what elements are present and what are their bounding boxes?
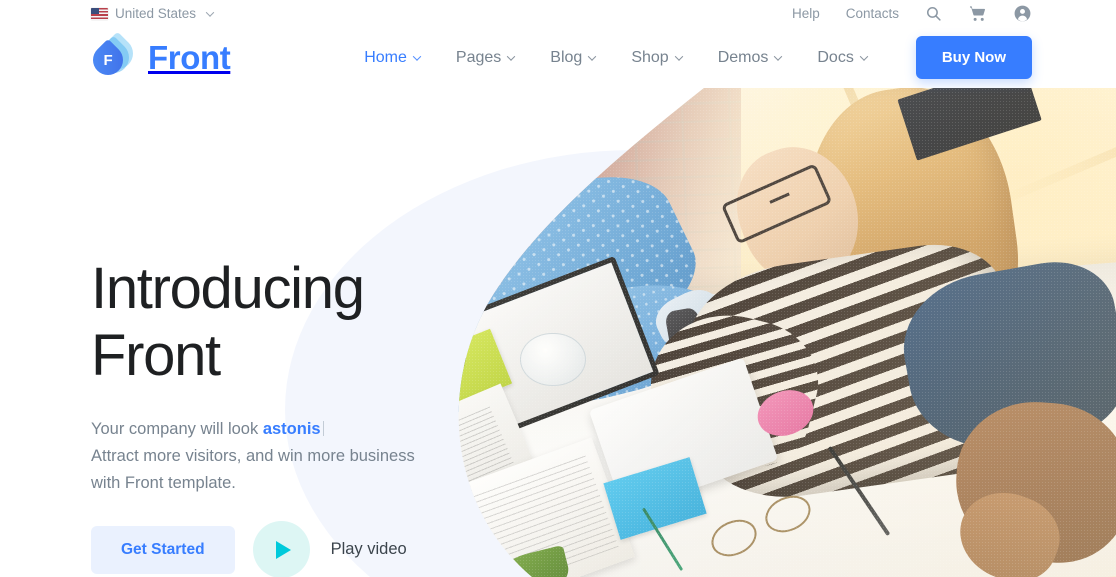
hero-subtitle-prefix: Your company will look	[91, 419, 263, 438]
nav-label-blog: Blog	[550, 48, 583, 66]
brand-name: Front	[148, 38, 231, 76]
play-video-label: Play video	[330, 540, 407, 559]
typing-cursor	[322, 420, 324, 436]
top-utility-links: Help Contacts	[792, 4, 1032, 23]
hero-title: Introducing Front	[91, 256, 365, 389]
nav-item-shop[interactable]: Shop	[613, 49, 699, 67]
search-icon[interactable]	[925, 5, 942, 22]
topbar-link-help[interactable]: Help	[792, 6, 820, 21]
us-flag-icon	[91, 7, 108, 20]
top-utility-bar: United States Help Contacts	[0, 0, 1116, 27]
chevron-down-icon	[507, 51, 516, 61]
shopping-cart-icon[interactable]	[968, 4, 987, 23]
nav-label-pages: Pages	[455, 48, 502, 66]
nav-label-home: Home	[364, 48, 407, 66]
play-circle	[252, 521, 310, 577]
nav-item-home[interactable]: Home	[346, 49, 438, 67]
front-logo-icon: F	[86, 31, 140, 81]
topbar-link-contacts[interactable]: Contacts	[846, 6, 899, 21]
country-selector[interactable]: United States	[91, 6, 215, 21]
nav-item-docs[interactable]: Docs	[799, 49, 884, 67]
get-started-button[interactable]: Get Started	[91, 525, 235, 574]
nav-item-demos[interactable]: Demos	[700, 49, 800, 67]
chevron-down-icon	[205, 7, 215, 17]
user-account-icon[interactable]	[1013, 4, 1032, 23]
hero-content: Introducing Front Your company will look…	[91, 255, 561, 577]
chevron-down-icon	[674, 51, 683, 61]
brand-logo[interactable]: F Front	[86, 31, 231, 81]
hero-subtitle: Your company will look astonis Attract m…	[91, 416, 561, 498]
nav-label-docs: Docs	[817, 48, 854, 66]
logo-letter: F	[103, 51, 113, 69]
play-triangle-icon	[275, 540, 291, 559]
chevron-down-icon	[774, 51, 783, 61]
hero-typed-word: astonis	[262, 419, 321, 438]
site-header: F Front Home Pages Blog Shop Demos Docs …	[0, 27, 1116, 88]
chevron-down-icon	[588, 51, 597, 61]
landing-page: United States Help Contacts F Front Home…	[0, 0, 1116, 577]
play-video-button[interactable]: Play video	[252, 521, 407, 577]
nav-item-blog[interactable]: Blog	[532, 49, 613, 67]
nav-label-demos: Demos	[717, 48, 769, 66]
chevron-down-icon	[859, 51, 869, 61]
buy-now-button[interactable]: Buy Now	[915, 36, 1032, 79]
chevron-down-icon	[412, 51, 422, 61]
nav-label-shop: Shop	[631, 48, 669, 66]
main-navigation: Home Pages Blog Shop Demos Docs	[346, 49, 885, 67]
nav-item-pages[interactable]: Pages	[438, 49, 532, 67]
hero-actions: Get Started Play video	[91, 521, 561, 577]
country-label: United States	[115, 6, 197, 21]
hero-subtitle-line2: Attract more visitors, and win more busi…	[91, 446, 415, 465]
hero-subtitle-line3: with Front template.	[91, 473, 236, 492]
